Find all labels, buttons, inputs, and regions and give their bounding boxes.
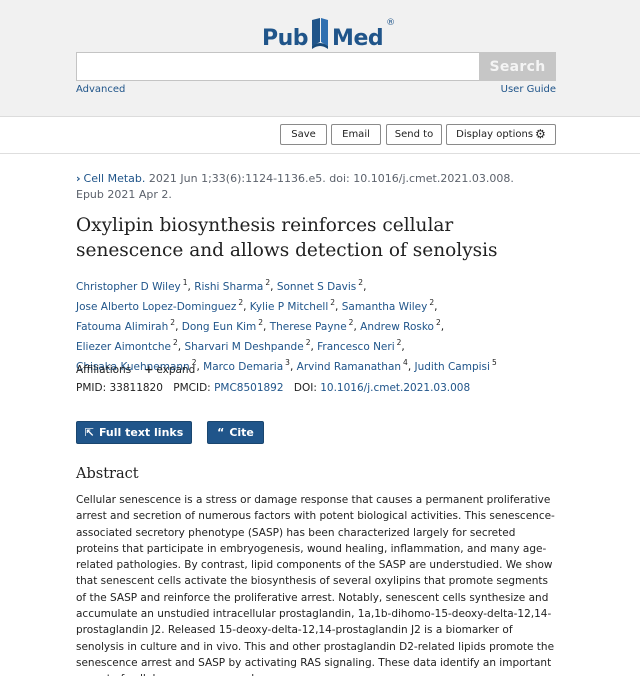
plus-icon: + — [144, 364, 154, 376]
affiliations-label: Affiliations — [76, 364, 132, 376]
abstract-text: Cellular senescence is a stress or damag… — [76, 494, 555, 676]
gear-icon: ⚙ — [535, 127, 546, 141]
affiliation-number[interactable]: 2 — [265, 278, 270, 287]
author-link[interactable]: Marco Demaria — [203, 361, 283, 373]
author-link[interactable]: Sonnet S Davis — [277, 281, 356, 293]
author-link[interactable]: Judith Campisi — [415, 361, 490, 373]
action-toolbar: Save Email Send to Display options ⚙ — [0, 117, 640, 154]
author-link[interactable]: Sharvari M Deshpande — [184, 341, 303, 353]
author-link[interactable]: Francesco Neri — [317, 341, 394, 353]
display-options-button[interactable]: Display options ⚙ — [446, 124, 556, 145]
affiliation-number[interactable]: 2 — [358, 278, 363, 287]
send-to-button[interactable]: Send to — [386, 124, 442, 145]
pubmed-logo[interactable]: Pub Med ® — [262, 15, 395, 51]
epub-date: Epub 2021 Apr 2. — [76, 188, 172, 201]
author-link[interactable]: Rishi Sharma — [194, 281, 263, 293]
pmid-value: 33811820 — [109, 382, 163, 394]
pmid-label: PMID: — [76, 382, 107, 394]
cite-button[interactable]: “ Cite — [207, 421, 264, 444]
doi-label: DOI: — [293, 382, 317, 394]
affiliation-number[interactable]: 2 — [258, 318, 263, 327]
affiliation-number[interactable]: 2 — [173, 338, 178, 347]
search-button[interactable]: Search — [479, 52, 556, 81]
search-input[interactable] — [76, 52, 480, 81]
affiliation-number[interactable]: 2 — [330, 298, 335, 307]
book-icon — [309, 18, 331, 50]
pmcid-label: PMCID: — [173, 382, 211, 394]
affiliations-row: Affiliations + expand — [76, 364, 195, 376]
affiliation-number[interactable]: 5 — [492, 358, 497, 367]
author-link[interactable]: Dong Eun Kim — [182, 321, 256, 333]
chevron-right-icon[interactable]: › — [76, 172, 81, 185]
cite-label: Cite — [229, 426, 254, 439]
logo-text-med: Med — [332, 26, 384, 51]
affiliation-number[interactable]: 2 — [306, 338, 311, 347]
affiliation-number[interactable]: 2 — [397, 338, 402, 347]
display-options-label: Display options — [456, 129, 534, 140]
quote-icon: “ — [217, 426, 225, 439]
affiliation-number[interactable]: 4 — [403, 358, 408, 367]
doi-link[interactable]: 10.1016/j.cmet.2021.03.008 — [320, 382, 470, 394]
author-link[interactable]: Arvind Ramanathan — [297, 361, 401, 373]
email-button[interactable]: Email — [331, 124, 381, 145]
affiliation-number[interactable]: 2 — [436, 318, 441, 327]
affiliation-number[interactable]: 2 — [429, 298, 434, 307]
author-list: Christopher D Wiley 1, Rishi Sharma 2, Son… — [76, 278, 497, 373]
abstract-heading: Abstract — [76, 466, 139, 482]
citation-line: › Cell Metab. 2021 Jun 1;33(6):1124-1136.… — [76, 171, 546, 203]
article-title: Oxylipin biosynthesis reinforces cellula… — [76, 215, 498, 261]
save-button[interactable]: Save — [280, 124, 327, 145]
affiliation-number[interactable]: 1 — [183, 278, 188, 287]
pmcid-link[interactable]: PMC8501892 — [214, 382, 284, 394]
affiliation-number[interactable]: 2 — [170, 318, 175, 327]
author-link[interactable]: Andrew Rosko — [360, 321, 434, 333]
advanced-search-link[interactable]: Advanced — [76, 84, 125, 95]
author-link[interactable]: Therese Payne — [270, 321, 347, 333]
affiliation-number[interactable]: 2 — [349, 318, 354, 327]
external-link-icon: ⇱ — [84, 426, 94, 439]
author-link[interactable]: Kylie P Mitchell — [250, 301, 328, 313]
affiliation-number[interactable]: 3 — [285, 358, 290, 367]
affiliation-number[interactable]: 2 — [238, 298, 243, 307]
author-link[interactable]: Samantha Wiley — [342, 301, 428, 313]
author-link[interactable]: Jose Alberto Lopez-Dominguez — [76, 301, 236, 313]
expand-affiliations-toggle[interactable]: + expand — [145, 364, 196, 376]
full-text-links-label: Full text links — [98, 426, 184, 439]
citation-details: 2021 Jun 1;33(6):1124-1136.e5. doi: 10.1… — [148, 172, 514, 185]
masthead: Pub Med ® Search Advanced User Guide — [0, 0, 640, 117]
identifiers-row: PMID: 33811820 PMCID: PMC8501892 DOI: 10… — [76, 382, 470, 394]
registered-mark: ® — [386, 18, 396, 28]
full-text-links-button[interactable]: ⇱ Full text links — [76, 421, 192, 444]
author-link[interactable]: Fatouma Alimirah — [76, 321, 168, 333]
user-guide-link[interactable]: User Guide — [501, 84, 556, 95]
logo-text-pub: Pub — [262, 26, 309, 51]
expand-label: expand — [156, 364, 196, 376]
journal-link[interactable]: Cell Metab. — [84, 172, 146, 185]
author-link[interactable]: Eliezer Aimontche — [76, 341, 171, 353]
author-link[interactable]: Christopher D Wiley — [76, 281, 181, 293]
